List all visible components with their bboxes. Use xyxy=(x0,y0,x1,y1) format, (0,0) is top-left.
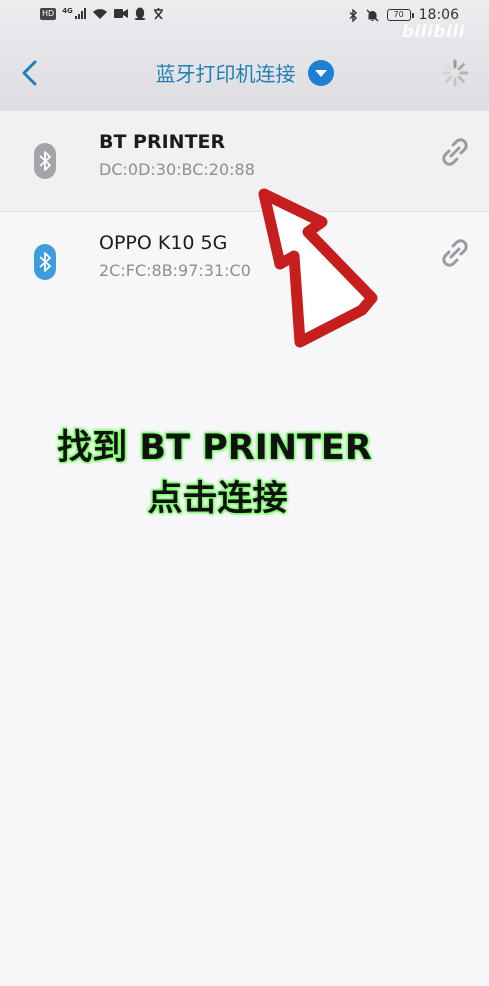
instruction-line-2: 点击连接 xyxy=(147,479,288,519)
title-bar: 蓝牙打印机连接 xyxy=(0,58,489,87)
signal-icon xyxy=(74,8,86,19)
page-title: 蓝牙打印机连接 xyxy=(155,62,296,86)
link-icon[interactable] xyxy=(440,238,470,268)
device-name: OPPO K10 5G xyxy=(99,232,228,254)
status-bar: HD 4G 70 18:06 bilibili xyxy=(0,0,489,42)
battery-icon: 70 xyxy=(386,9,414,21)
status-left: HD 4G xyxy=(40,7,165,20)
device-name: BT PRINTER xyxy=(99,131,226,153)
qq-icon xyxy=(134,7,146,20)
network-type: 4G xyxy=(62,7,73,15)
bilibili-watermark: bilibili xyxy=(401,22,465,42)
device-mac: DC:0D:30:BC:20:88 xyxy=(99,160,255,179)
red-arrow-icon xyxy=(258,188,378,348)
clock: 18:06 xyxy=(418,7,459,23)
mute-bell-icon xyxy=(366,9,379,21)
bluetooth-icon xyxy=(34,143,56,179)
bluetooth-status-icon xyxy=(349,8,357,22)
hd-badge: HD xyxy=(40,7,57,20)
bluetooth-icon xyxy=(34,244,56,280)
instruction-line-1: 找到 BT PRINTER xyxy=(57,428,372,468)
status-right: 70 18:06 xyxy=(349,7,459,23)
translate-icon xyxy=(153,8,163,20)
device-mac: 2C:FC:8B:97:31:C0 xyxy=(99,261,251,280)
wifi-icon xyxy=(92,8,107,19)
dropdown-icon[interactable] xyxy=(307,59,334,86)
link-icon[interactable] xyxy=(440,137,470,167)
loading-spinner-icon xyxy=(441,59,469,87)
video-icon xyxy=(113,9,128,18)
